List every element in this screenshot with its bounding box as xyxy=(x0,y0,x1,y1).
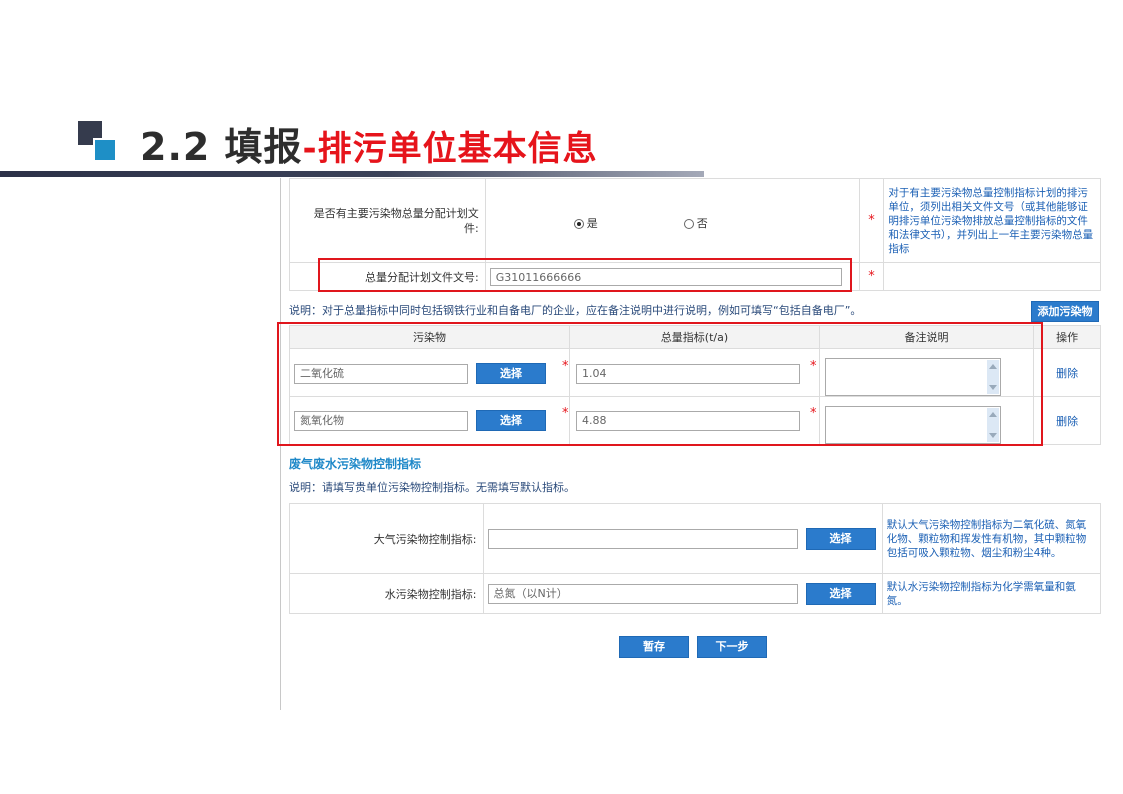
title-square-blue xyxy=(93,138,117,162)
next-button[interactable]: 下一步 xyxy=(697,636,767,658)
file-no-empty xyxy=(883,262,1101,291)
save-button[interactable]: 暂存 xyxy=(619,636,689,658)
col-action: 操作 xyxy=(1033,325,1101,349)
water-note: 默认水污染物控制指标为化学需氧量和氨氮。 xyxy=(886,580,1076,607)
air-note: 默认大气污染物控制指标为二氧化硫、氮氧化物、颗粒物和挥发性有机物，其中颗粒物包括… xyxy=(886,518,1087,559)
slide-title: 2.2 填报-排污单位基本信息 xyxy=(140,116,598,171)
air-choose-button[interactable]: 选择 xyxy=(805,528,876,550)
add-pollutant-button[interactable]: 添加污染物 xyxy=(1031,301,1099,322)
plan-note: 对于有主要污染物总量控制指标计划的排污单位，须列出相关文件文号（或其他能够证明排… xyxy=(888,186,1094,255)
radio-no-label: 否 xyxy=(696,217,708,230)
water-label: 水污染物控制指标: xyxy=(289,573,484,614)
radio-yes-label: 是 xyxy=(586,217,598,230)
air-input[interactable] xyxy=(487,529,798,549)
plan-note-cell: 对于有主要污染物总量控制指标计划的排污单位，须列出相关文件文号（或其他能够证明排… xyxy=(883,178,1101,263)
air-note-cell: 默认大气污染物控制指标为二氧化硫、氮氧化物、颗粒物和挥发性有机物，其中颗粒物包括… xyxy=(881,503,1102,574)
control-section-title: 废气废水污染物控制指标 xyxy=(289,457,422,471)
row1-action-cell: 删除 xyxy=(1033,348,1101,397)
file-no-required: * xyxy=(858,262,885,291)
pollutant-explain: 说明：对于总量指标中同时包括钢铁行业和自备电厂的企业，应在备注说明中进行说明，例… xyxy=(289,304,862,317)
plan-required-mark: * xyxy=(858,178,885,263)
water-cell: 总氮（以N计） 选择 xyxy=(482,573,883,614)
slide-title-sub: -排污单位基本信息 xyxy=(302,129,598,169)
highlight-file-no xyxy=(318,258,852,292)
plan-question-text: 是否有主要污染物总量分配计划文件: xyxy=(313,206,479,235)
radio-no-option[interactable]: 否 xyxy=(683,215,708,231)
air-cell: 选择 xyxy=(482,503,883,574)
title-underline xyxy=(0,171,704,177)
row1-delete-link[interactable]: 删除 xyxy=(1056,367,1078,380)
water-note-cell: 默认水污染物控制指标为化学需氧量和氨氮。 xyxy=(881,573,1102,614)
row2-delete-link[interactable]: 删除 xyxy=(1056,415,1078,428)
radio-no-icon[interactable] xyxy=(683,219,694,229)
air-label: 大气污染物控制指标: xyxy=(289,503,484,574)
radio-yes-option[interactable]: 是 xyxy=(573,215,598,231)
water-input[interactable]: 总氮（以N计） xyxy=(487,584,798,604)
control-table: 大气污染物控制指标: 选择 默认大气污染物控制指标为二氧化硫、氮氧化物、颗粒物和… xyxy=(289,503,1102,614)
plan-question-label: 是否有主要污染物总量分配计划文件: xyxy=(289,178,486,263)
plan-radio-cell: 是 否 xyxy=(484,178,860,263)
control-explain: 说明：请填写贵单位污染物控制指标。无需填写默认指标。 xyxy=(289,481,575,494)
radio-yes-icon[interactable] xyxy=(573,219,584,229)
highlight-pollutant-table xyxy=(277,322,1043,446)
slide-title-main: 2.2 填报 xyxy=(140,125,303,169)
row2-action-cell: 删除 xyxy=(1033,396,1101,445)
water-choose-button[interactable]: 选择 xyxy=(805,583,876,605)
